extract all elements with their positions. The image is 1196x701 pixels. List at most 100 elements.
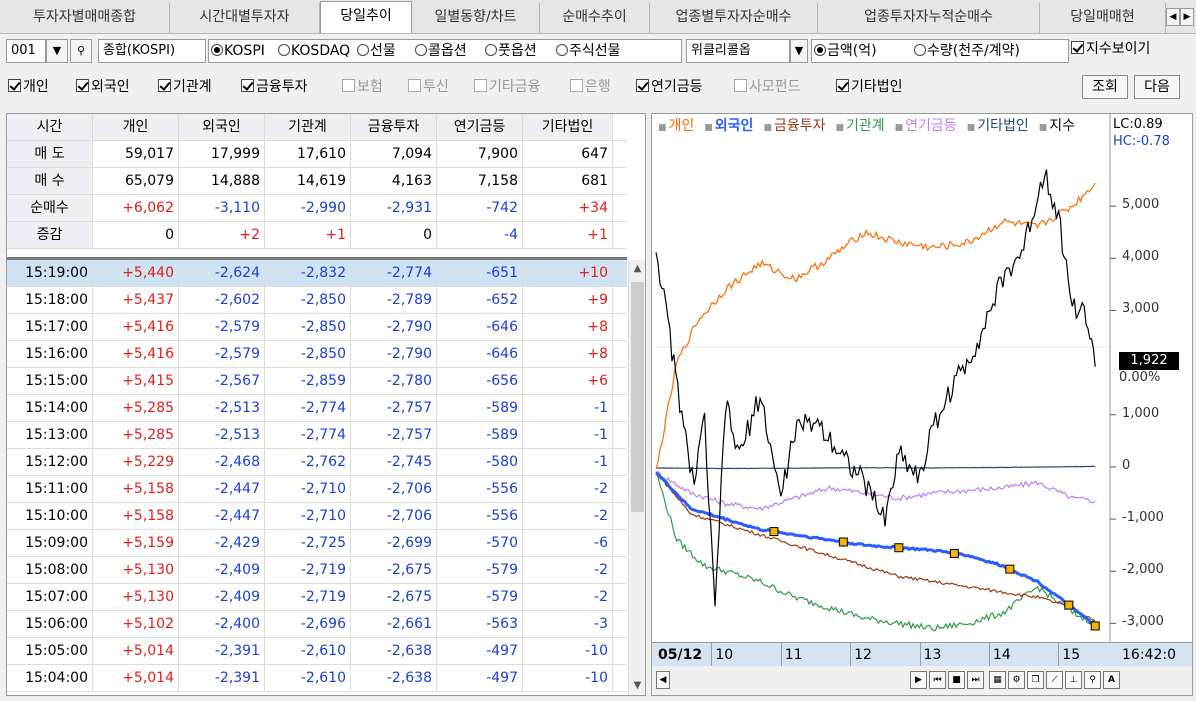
summary-row[interactable]: 순매수 +6,062 -3,110 -2,990 -2,931 -742 +34: [7, 195, 627, 222]
row-time: 15:14:00: [7, 395, 93, 421]
zoom-icon[interactable]: ⚲: [1084, 671, 1101, 689]
rewind-icon[interactable]: ⏮: [929, 671, 946, 689]
text-icon[interactable]: A: [1103, 671, 1120, 689]
grid-view-icon[interactable]: ▦: [989, 671, 1006, 689]
weekly-dropdown-icon[interactable]: ▼: [790, 39, 808, 63]
cell-financial: -2,699: [351, 530, 437, 556]
cell-institution: -2,610: [265, 665, 351, 691]
table-row[interactable]: 15:10:00 +5,158 -2,447 -2,710 -2,706 -556 -2: [7, 503, 627, 530]
tab-left-arrow-icon[interactable]: ◀: [1166, 8, 1180, 26]
fast-forward-icon[interactable]: ⏭: [967, 671, 984, 689]
table-row[interactable]: 15:08:00 +5,130 -2,409 -2,719 -2,675 -579 -2: [7, 557, 627, 584]
table-row[interactable]: 15:07:00 +5,130 -2,409 -2,719 -2,675 -579 -2: [7, 584, 627, 611]
legend-item[interactable]: ■ 연기금등: [895, 118, 962, 134]
check-private-fund[interactable]: 사모펀드: [734, 77, 801, 97]
check-foreign[interactable]: 외국인: [76, 77, 130, 97]
check-other-finance[interactable]: 기타금융: [474, 77, 541, 97]
table-row[interactable]: 15:14:00 +5,285 -2,513 -2,774 -2,757 -589 -1: [7, 395, 627, 422]
legend-item[interactable]: ■ 개인: [658, 118, 699, 134]
weekly-option-select[interactable]: 위클리콜옵: [686, 39, 790, 63]
tab-daily-trading[interactable]: 당일매매현: [1040, 3, 1166, 33]
check-pension[interactable]: 연기금등: [636, 77, 703, 97]
radio-kospi[interactable]: KOSPI: [211, 39, 265, 63]
table-row[interactable]: 15:12:00 +5,229 -2,468 -2,762 -2,745 -580 -1: [7, 449, 627, 476]
legend-item[interactable]: ■ 기관계: [835, 118, 889, 134]
radio-put-option[interactable]: 풋옵션: [485, 39, 537, 63]
summary-pension: -742: [437, 195, 523, 221]
table-row[interactable]: 15:19:00 +5,440 -2,624 -2,832 -2,774 -651 +10: [7, 260, 627, 287]
legend-item[interactable]: ■ 금융투자: [763, 118, 830, 134]
next-button[interactable]: 다음: [1134, 75, 1180, 99]
tab-investor-summary[interactable]: 투자자별매매종합: [0, 3, 170, 33]
tab-net-buy-trend[interactable]: 순매수추이: [540, 3, 650, 33]
tab-right-arrow-icon[interactable]: ▶: [1180, 8, 1194, 26]
radio-kosdaq[interactable]: KOSDAQ: [278, 39, 350, 63]
window-icon[interactable]: ❐: [1027, 671, 1044, 689]
check-trust[interactable]: 투신: [408, 77, 449, 97]
cell-foreign: -2,579: [179, 314, 265, 340]
table-row[interactable]: 15:06:00 +5,102 -2,400 -2,696 -2,661 -563 -3: [7, 611, 627, 638]
crosshair-icon[interactable]: ⊥: [1065, 671, 1082, 689]
legend-item[interactable]: ■ 지수: [1039, 118, 1080, 134]
search-icon[interactable]: ⚲: [70, 39, 92, 63]
code-dropdown-icon[interactable]: ▼: [46, 39, 68, 63]
table-row[interactable]: 15:17:00 +5,416 -2,579 -2,850 -2,790 -646 +8: [7, 314, 627, 341]
table-row[interactable]: 15:05:00 +5,014 -2,391 -2,610 -2,638 -497 -10: [7, 638, 627, 665]
play-icon[interactable]: ▶: [910, 671, 927, 689]
scroll-up-icon[interactable]: ▲: [629, 260, 646, 278]
radio-call-option[interactable]: 콜옵션: [415, 39, 467, 63]
tab-daily-trend[interactable]: 당일추이: [320, 1, 412, 33]
cell-individual: +5,159: [93, 530, 179, 556]
radio-amount[interactable]: 금액(억): [814, 39, 877, 63]
code-input[interactable]: 001: [6, 39, 46, 63]
cell-othercorp: +10: [523, 260, 613, 286]
row-time: 15:19:00: [7, 260, 93, 286]
legend-label: 지수: [1049, 118, 1076, 134]
summary-row[interactable]: 매 도 59,017 17,999 17,610 7,094 7,900 647: [7, 141, 627, 168]
table-row[interactable]: 15:09:00 +5,159 -2,429 -2,725 -2,699 -570 -6: [7, 530, 627, 557]
settings-icon[interactable]: ⚙: [1008, 671, 1025, 689]
check-financial-investment[interactable]: 금융투자: [241, 77, 308, 97]
line-chart-icon[interactable]: ⟋: [1046, 671, 1063, 689]
radio-futures[interactable]: 선물: [357, 39, 396, 63]
table-row[interactable]: 15:13:00 +5,285 -2,513 -2,774 -2,757 -589 -1: [7, 422, 627, 449]
table-row[interactable]: 15:16:00 +5,416 -2,579 -2,850 -2,790 -646 +8: [7, 341, 627, 368]
checkbox-icon: [158, 79, 171, 92]
summary-row[interactable]: 증감 0 +2 +1 0 -4 +1: [7, 222, 627, 249]
table-row[interactable]: 15:18:00 +5,437 -2,602 -2,850 -2,789 -652 +9: [7, 287, 627, 314]
cell-pension: -589: [437, 422, 523, 448]
row-time: 15:08:00: [7, 557, 93, 583]
radio-quantity[interactable]: 수량(천주/계약): [914, 39, 1020, 63]
tab-bar: 투자자별매매종합 시간대별투자자 당일추이 일별동향/차트 순매수추이 업종별투…: [0, 0, 1196, 34]
table-row[interactable]: 15:15:00 +5,415 -2,567 -2,859 -2,780 -656 +6: [7, 368, 627, 395]
tab-sector-net-buy[interactable]: 업종별투자자순매수: [650, 3, 818, 33]
legend-item[interactable]: ■ 기타법인: [967, 118, 1034, 134]
legend-item[interactable]: ■ 외국인: [704, 118, 758, 134]
cell-othercorp: -1: [523, 449, 613, 475]
summary-row[interactable]: 매 수 65,079 14,888 14,619 4,163 7,158 681: [7, 168, 627, 195]
tab-time-investor[interactable]: 시간대별투자자: [170, 3, 320, 33]
chart-scroll-left-icon[interactable]: ◀: [656, 671, 670, 689]
check-bank[interactable]: 은행: [570, 77, 611, 97]
summary-othercorp: +1: [523, 222, 613, 248]
scroll-thumb[interactable]: [631, 282, 644, 512]
show-index-checkbox[interactable]: 지수보이기: [1071, 39, 1150, 59]
table-header[interactable]: 시간 개인 외국인 기관계 금융투자 연기금등 기타법인: [7, 114, 627, 141]
table-scrollbar[interactable]: ▲ ▼: [628, 260, 645, 695]
scroll-down-icon[interactable]: ▼: [629, 677, 646, 695]
table-row[interactable]: 15:04:00 +5,014 -2,391 -2,610 -2,638 -497 -10: [7, 665, 627, 692]
check-institution[interactable]: 기관계: [158, 77, 212, 97]
table-row[interactable]: 15:11:00 +5,158 -2,447 -2,710 -2,706 -556 -2: [7, 476, 627, 503]
summary-label: 증감: [7, 222, 93, 248]
tab-sector-cumulative[interactable]: 업종투자자누적순매수: [818, 3, 1040, 33]
x-time-label: 16:42:0: [1122, 647, 1176, 663]
check-individual[interactable]: 개인: [8, 77, 49, 97]
radio-stock-futures[interactable]: 주식선물: [556, 39, 621, 63]
tab-daily-chart[interactable]: 일별동향/차트: [412, 3, 540, 33]
check-other-corp[interactable]: 기타법인: [836, 77, 903, 97]
cell-othercorp: +9: [523, 287, 613, 313]
radio-dot-icon: [556, 44, 568, 56]
stop-icon[interactable]: ■: [948, 671, 965, 689]
check-insurance[interactable]: 보험: [342, 77, 383, 97]
query-button[interactable]: 조회: [1082, 75, 1128, 99]
